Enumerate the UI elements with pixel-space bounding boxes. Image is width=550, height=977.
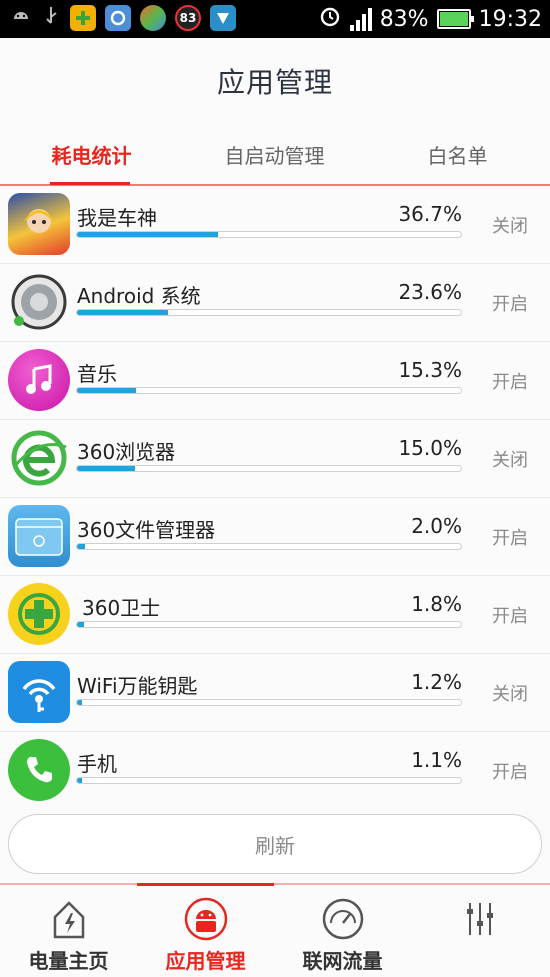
usage-bar-fill <box>77 232 218 237</box>
list-item[interactable]: 360卫士 1.8% 开启 <box>0 576 550 654</box>
usage-bar <box>76 387 462 394</box>
tab-autostart[interactable]: 自启动管理 <box>183 124 366 184</box>
toggle-button[interactable]: 开启 <box>492 368 528 394</box>
app-name: 360浏览器 <box>77 440 176 464</box>
list-item[interactable]: Android 系统 23.6% 开启 <box>0 264 550 342</box>
app-name: 我是车神 <box>77 206 157 230</box>
title-bar: 应用管理 <box>0 38 550 125</box>
app-percent: 36.7% <box>398 202 462 226</box>
app-percent: 1.1% <box>411 748 462 772</box>
app-name: Android 系统 <box>77 284 201 308</box>
usage-bar-fill <box>77 466 135 471</box>
tab-bar: 耗电统计 自启动管理 白名单 <box>0 124 550 186</box>
ball-app-icon <box>140 5 166 31</box>
music-icon <box>8 349 70 411</box>
nav-label: 联网流量 <box>302 949 383 973</box>
alarm-icon <box>318 4 342 34</box>
usage-bar-fill <box>77 700 82 705</box>
app-name: 360文件管理器 <box>77 518 216 542</box>
list-item[interactable]: 360文件管理器 2.0% 开启 <box>0 498 550 576</box>
sliders-icon <box>458 897 502 941</box>
battery-home-icon <box>47 897 91 941</box>
active-tab-indicator <box>50 182 130 185</box>
usage-bar-fill <box>77 544 85 549</box>
nav-app-manage[interactable]: 应用管理 <box>137 885 274 977</box>
battery-charging-icon <box>436 9 474 29</box>
android-debug-icon <box>10 5 32 31</box>
status-bar: 83 83% 19:32 <box>0 0 550 38</box>
usage-bar <box>76 621 462 628</box>
app-percent: 2.0% <box>411 514 462 538</box>
file-manager-icon <box>8 505 70 567</box>
toggle-button[interactable]: 关闭 <box>492 446 528 472</box>
nav-label: 应用管理 <box>165 949 246 973</box>
refresh-button[interactable]: 刷新 <box>8 814 542 874</box>
usb-icon <box>41 5 61 31</box>
speedometer-icon <box>321 897 365 941</box>
tab-power-stats[interactable]: 耗电统计 <box>0 124 183 184</box>
toggle-button[interactable]: 开启 <box>492 290 528 316</box>
q-app-icon <box>105 5 131 31</box>
app-name: 音乐 <box>77 362 117 386</box>
usage-bar <box>76 309 462 316</box>
list-item[interactable]: 我是车神 36.7% 关闭 <box>0 186 550 264</box>
phone-icon <box>8 739 70 801</box>
nav-battery-home[interactable]: 电量主页 <box>0 885 137 977</box>
usage-bar-fill <box>77 310 168 315</box>
shield-app-icon <box>210 5 236 31</box>
list-item[interactable]: 音乐 15.3% 开启 <box>0 342 550 420</box>
usage-bar <box>76 777 462 784</box>
toggle-button[interactable]: 关闭 <box>492 212 528 238</box>
tab-whitelist[interactable]: 白名单 <box>366 124 549 184</box>
usage-bar-fill <box>77 388 136 393</box>
page-title: 应用管理 <box>216 66 333 99</box>
toggle-button[interactable]: 开启 <box>492 524 528 550</box>
usage-bar-fill <box>77 622 84 627</box>
list-item[interactable]: WiFi万能钥匙 1.2% 关闭 <box>0 654 550 732</box>
racing-game-icon <box>8 193 70 255</box>
app-percent: 15.0% <box>398 436 462 460</box>
nav-settings[interactable] <box>411 885 548 977</box>
android-system-icon <box>8 271 70 333</box>
bottom-nav: 电量主页 应用管理 联网流量 <box>0 883 550 977</box>
toggle-button[interactable]: 开启 <box>492 602 528 628</box>
app-percent: 23.6% <box>398 280 462 304</box>
toggle-button[interactable]: 关闭 <box>492 680 528 706</box>
nav-network-traffic[interactable]: 联网流量 <box>274 885 411 977</box>
app-name: 360卫士 <box>82 596 161 620</box>
list-item[interactable]: 手机 1.1% 开启 <box>0 732 550 809</box>
toggle-button[interactable]: 开启 <box>492 758 528 784</box>
usage-bar <box>76 465 462 472</box>
app-percent: 1.2% <box>411 670 462 694</box>
battery-percent: 83% <box>379 6 429 32</box>
browser-icon <box>8 427 70 489</box>
list-item[interactable]: 360浏览器 15.0% 关闭 <box>0 420 550 498</box>
wifi-key-icon <box>8 661 70 723</box>
score-badge-icon: 83 <box>175 5 201 31</box>
usage-bar <box>76 699 462 706</box>
security-guard-icon <box>8 583 70 645</box>
app-name: 手机 <box>77 752 117 776</box>
cross-app-icon <box>70 5 96 31</box>
app-name: WiFi万能钥匙 <box>77 674 198 698</box>
app-percent: 15.3% <box>398 358 462 382</box>
usage-bar <box>76 543 462 550</box>
signal-icon <box>349 7 372 31</box>
app-percent: 1.8% <box>411 592 462 616</box>
app-power-list: 我是车神 36.7% 关闭 Android 系统 23.6% 开启 音乐 15.… <box>0 186 550 809</box>
usage-bar-fill <box>77 778 82 783</box>
clock: 19:32 <box>478 6 542 32</box>
nav-label: 电量主页 <box>28 949 109 973</box>
android-robot-icon <box>184 897 228 941</box>
usage-bar <box>76 231 462 238</box>
notification-icons: 83 <box>10 5 236 31</box>
